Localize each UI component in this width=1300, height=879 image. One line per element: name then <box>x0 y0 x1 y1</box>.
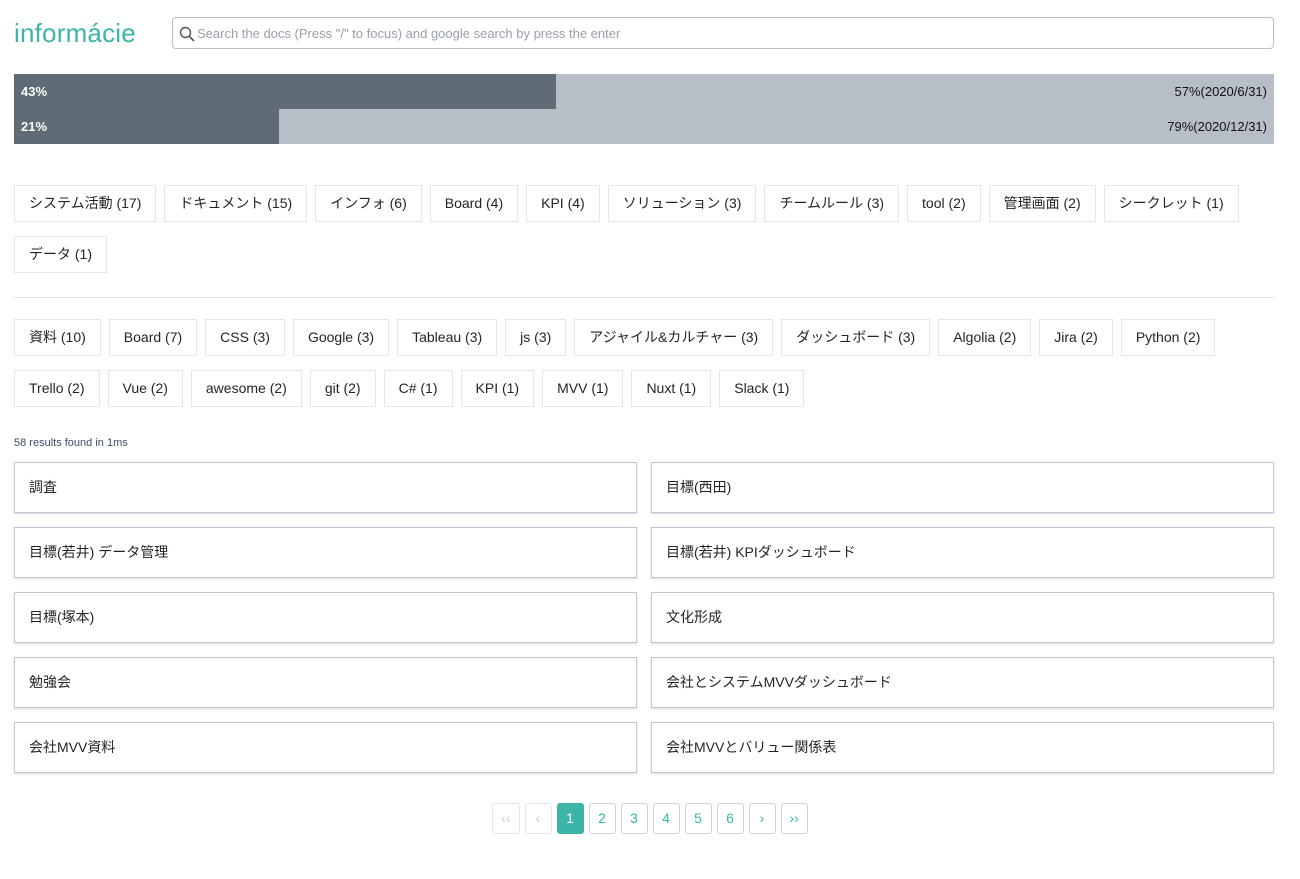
result-card[interactable]: 目標(若井) データ管理 <box>14 527 637 578</box>
progress-bar-h1: 43% 57%(2020/6/31) <box>14 74 1274 109</box>
tag-chip[interactable]: MVV (1) <box>542 370 624 407</box>
tag-chip[interactable]: アジャイル&カルチャー (3) <box>574 319 774 356</box>
result-card[interactable]: 調査 <box>14 462 637 513</box>
divider <box>14 297 1274 298</box>
tag-chip[interactable]: C# (1) <box>383 370 453 407</box>
page-4-button[interactable]: 4 <box>652 803 680 834</box>
prev-page-button[interactable]: ‹ <box>524 803 552 834</box>
tag-chip[interactable]: ダッシュボード (3) <box>781 319 931 356</box>
page-6-button[interactable]: 6 <box>716 803 744 834</box>
result-card[interactable]: 目標(塚本) <box>14 592 637 643</box>
tag-chip[interactable]: 資料 (10) <box>14 319 101 356</box>
tag-chip[interactable]: Vue (2) <box>107 370 183 407</box>
result-card[interactable]: 会社MVVとバリュー関係表 <box>651 722 1274 773</box>
tag-chip[interactable]: Python (2) <box>1120 319 1216 356</box>
tag-chip[interactable]: Trello (2) <box>14 370 100 407</box>
category-tag[interactable]: KPI (4) <box>526 185 600 222</box>
tag-chip[interactable]: git (2) <box>309 370 376 407</box>
pagination: ‹‹ ‹ 123456 › ›› <box>0 803 1300 834</box>
tag-list: 資料 (10) Board (7) CSS (3) Google (3) Tableau… <box>14 319 1284 421</box>
result-card[interactable]: 文化形成 <box>651 592 1274 643</box>
progress-fill <box>14 74 556 109</box>
progress-fill <box>14 109 279 144</box>
progress-bar-h2: 21% 79%(2020/12/31) <box>14 109 1274 144</box>
tag-chip[interactable]: Board (7) <box>108 319 198 356</box>
progress-remaining-label: 57%(2020/6/31) <box>1174 84 1267 99</box>
result-card[interactable]: 目標(西田) <box>651 462 1274 513</box>
search-icon <box>179 26 195 42</box>
progress-remaining-label: 79%(2020/12/31) <box>1167 119 1267 134</box>
result-card[interactable]: 勉強会 <box>14 657 637 708</box>
category-tag[interactable]: インフォ (6) <box>315 185 422 222</box>
category-tag[interactable]: ドキュメント (15) <box>164 185 308 222</box>
page-3-button[interactable]: 3 <box>620 803 648 834</box>
search-box[interactable] <box>172 17 1274 49</box>
tag-chip[interactable]: CSS (3) <box>205 319 285 356</box>
category-tag[interactable]: Board (4) <box>429 185 519 222</box>
tag-chip[interactable]: Google (3) <box>292 319 390 356</box>
progress-done-label: 43% <box>21 84 48 99</box>
tag-chip[interactable]: js (3) <box>505 319 567 356</box>
tag-chip[interactable]: Algolia (2) <box>938 319 1032 356</box>
first-page-button[interactable]: ‹‹ <box>492 803 520 834</box>
category-tag[interactable]: データ (1) <box>14 236 107 273</box>
results-count: 58 results found in 1ms <box>14 437 128 449</box>
result-card[interactable]: 会社とシステムMVVダッシュボード <box>651 657 1274 708</box>
tag-chip[interactable]: Jira (2) <box>1039 319 1113 356</box>
tag-chip[interactable]: Tableau (3) <box>397 319 498 356</box>
category-tag[interactable]: シークレット (1) <box>1103 185 1239 222</box>
category-list: システム活動 (17) ドキュメント (15) インフォ (6) Board (4) K… <box>14 185 1284 287</box>
result-card[interactable]: 会社MVV資料 <box>14 722 637 773</box>
last-page-button[interactable]: ›› <box>780 803 808 834</box>
result-card[interactable]: 目標(若井) KPIダッシュボード <box>651 527 1274 578</box>
page-1-button[interactable]: 1 <box>556 803 584 834</box>
site-logo[interactable]: informácie <box>14 17 136 49</box>
header: informácie <box>14 17 1274 49</box>
results-grid: 調査 目標(西田) 目標(若井) データ管理 目標(若井) KPIダッシュボード 目標(… <box>14 462 1274 773</box>
tag-chip[interactable]: Slack (1) <box>719 370 805 407</box>
tag-chip[interactable]: awesome (2) <box>190 370 302 407</box>
tag-chip[interactable]: KPI (1) <box>460 370 535 407</box>
category-tag[interactable]: ソリューション (3) <box>607 185 757 222</box>
category-tag[interactable]: 管理画面 (2) <box>988 185 1096 222</box>
page-2-button[interactable]: 2 <box>588 803 616 834</box>
category-tag[interactable]: システム活動 (17) <box>14 185 157 222</box>
next-page-button[interactable]: › <box>748 803 776 834</box>
search-input[interactable] <box>197 18 1267 48</box>
progress-done-label: 21% <box>21 119 48 134</box>
page-5-button[interactable]: 5 <box>684 803 712 834</box>
tag-chip[interactable]: Nuxt (1) <box>631 370 712 407</box>
category-tag[interactable]: チームルール (3) <box>764 185 900 222</box>
category-tag[interactable]: tool (2) <box>907 185 981 222</box>
